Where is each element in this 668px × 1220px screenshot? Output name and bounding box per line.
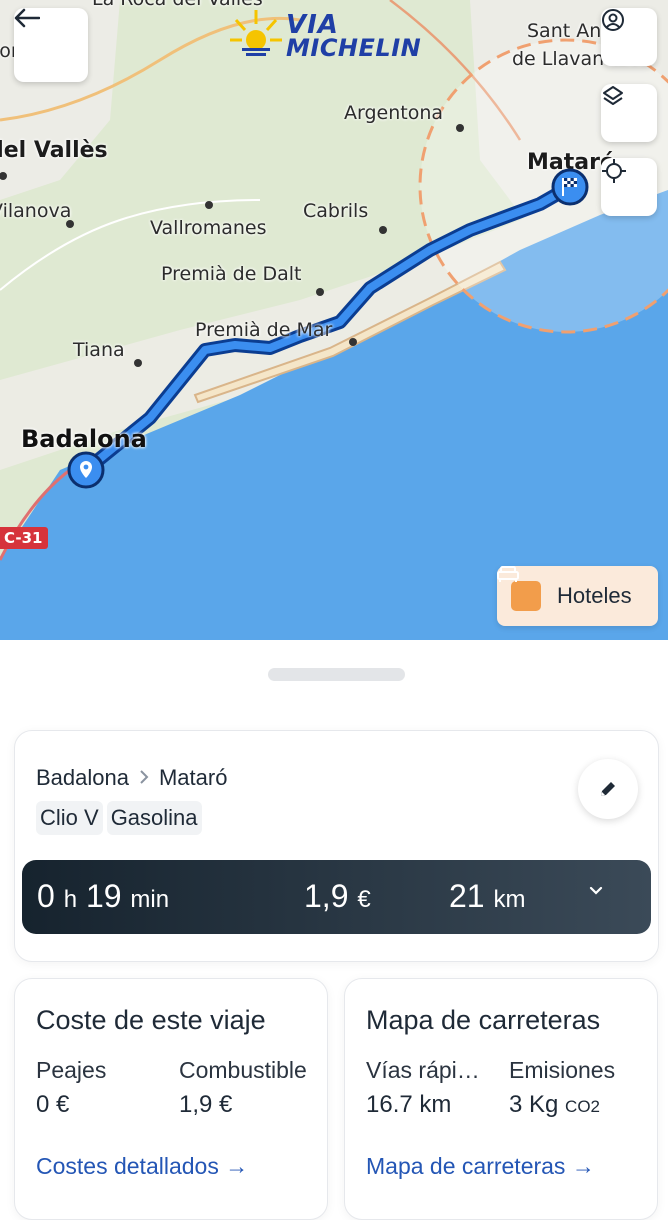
account-button[interactable] — [601, 8, 657, 66]
logo-line-2: MICHELIN — [286, 34, 422, 62]
place-la-roca: La Roca del Vallès — [92, 0, 263, 10]
road-map-title: Mapa de carreteras — [366, 1005, 601, 1035]
back-button[interactable] — [14, 8, 88, 82]
vehicle-tags: Clio V Gasolina — [36, 801, 202, 835]
highways-block: Vías rápidas 16.7 km — [366, 1057, 486, 1119]
locate-button[interactable] — [601, 158, 657, 216]
fuel-type-tag: Gasolina — [106, 801, 202, 835]
route-origin: Badalona — [36, 765, 129, 790]
road-badge-c31: C-31 — [0, 527, 49, 549]
trip-duration: 0 h 19 min — [37, 878, 170, 914]
road-map-link[interactable]: Mapa de carreteras → — [366, 1153, 595, 1180]
route-breadcrumb: Badalona Mataró — [36, 765, 227, 791]
map-canvas[interactable] — [0, 0, 668, 640]
place-badalona: Badalona — [21, 425, 147, 453]
highways-label: Vías rápidas — [366, 1057, 486, 1083]
arrow-left-icon — [14, 8, 40, 28]
emissions-label: Emisiones — [509, 1057, 616, 1083]
hotels-button[interactable]: Hoteles — [497, 566, 658, 626]
road-map-card: Mapa de carreteras Vías rápidas 16.7 km … — [344, 978, 658, 1220]
route-sheet: Badalona Mataró Clio V Gasolina 0 h 19 m… — [0, 640, 668, 1220]
fuel-block: Combustible 1,9 € — [179, 1057, 309, 1119]
tolls-value: 0 € — [36, 1091, 70, 1118]
trip-distance: 21 km — [449, 878, 526, 914]
trip-stats-bar[interactable]: 0 h 19 min 1,9 € 21 km — [22, 860, 651, 934]
sheet-drag-handle[interactable] — [268, 668, 405, 681]
emissions-value: 3 Kg CO2 — [509, 1091, 601, 1118]
pencil-icon — [601, 782, 615, 796]
place-tiana: Tiana — [73, 339, 125, 361]
hotels-label: Hoteles — [557, 583, 632, 608]
tolls-block: Peajes 0 € — [36, 1057, 166, 1119]
edit-trip-button[interactable] — [578, 759, 638, 819]
chevron-right-icon — [139, 765, 149, 791]
detailed-costs-link[interactable]: Costes detallados → — [36, 1153, 248, 1180]
place-vallromanes: Vallromanes — [150, 217, 267, 239]
fuel-label: Combustible — [179, 1057, 307, 1083]
origin-pin-icon[interactable] — [67, 451, 105, 489]
sun-icon — [230, 10, 282, 56]
trip-summary-card: Badalona Mataró Clio V Gasolina 0 h 19 m… — [14, 730, 659, 962]
place-premia-mar: Premià de Mar — [195, 319, 333, 341]
destination-flag-icon[interactable] — [551, 168, 589, 206]
bed-icon — [497, 566, 541, 611]
trip-cost-title: Coste de este viaje — [36, 1005, 266, 1035]
place-valles: del Vallès — [0, 138, 108, 163]
fuel-value: 1,9 € — [179, 1091, 233, 1118]
tolls-label: Peajes — [36, 1057, 107, 1083]
place-premia-dalt: Premià de Dalt — [161, 263, 302, 285]
highways-value: 16.7 km — [366, 1091, 452, 1118]
route-destination: Mataró — [158, 765, 228, 790]
place-argentona: Argentona — [344, 102, 444, 124]
trip-cost: 1,9 € — [304, 878, 371, 914]
trip-cost-card: Coste de este viaje Peajes 0 € Combustib… — [14, 978, 328, 1220]
layers-icon — [603, 86, 623, 105]
layers-button[interactable] — [601, 84, 657, 142]
crosshair-icon — [602, 159, 626, 183]
place-cabrils: Cabrils — [303, 200, 369, 222]
emissions-block: Emisiones 3 Kg CO2 — [509, 1057, 639, 1119]
map-view[interactable]: VIA MICHELIN La Roca del Vallès Sant And… — [0, 0, 668, 640]
vehicle-model-tag: Clio V — [36, 801, 103, 835]
user-circle-icon — [602, 9, 624, 31]
chevron-down-icon[interactable] — [589, 886, 603, 896]
place-vilanova: Vilanova — [0, 200, 72, 222]
